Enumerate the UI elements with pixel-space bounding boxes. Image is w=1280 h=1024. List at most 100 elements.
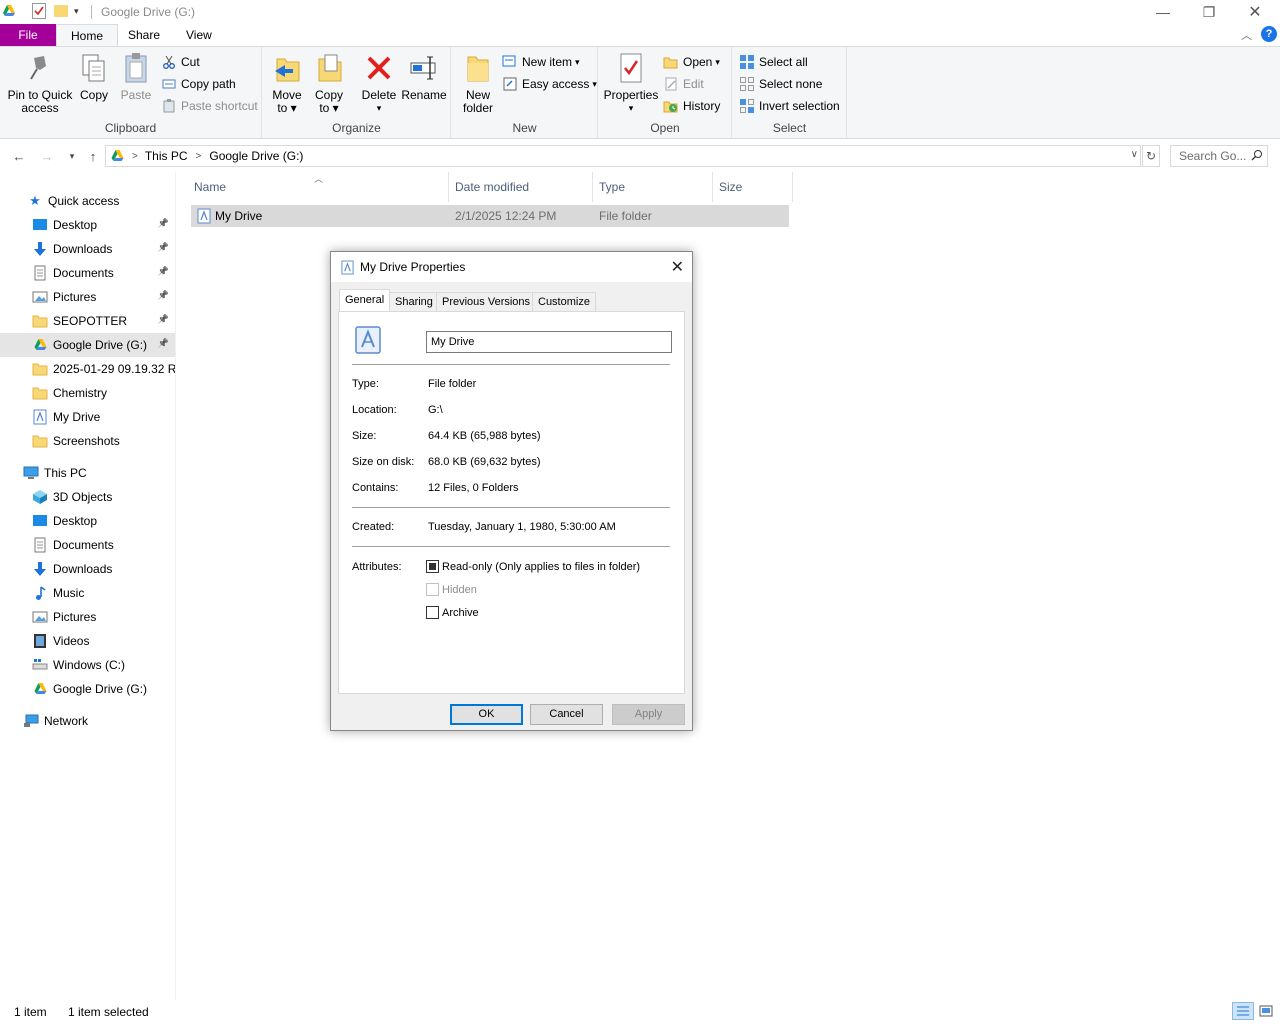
sidebar-item-quick-8[interactable]: My Drive bbox=[0, 405, 175, 429]
sidebar-item-quick-7[interactable]: Chemistry bbox=[0, 381, 175, 405]
paste-shortcut-button[interactable]: Paste shortcut bbox=[161, 96, 258, 116]
edit-button[interactable]: Edit bbox=[663, 74, 704, 94]
nav-network-label: Network bbox=[44, 714, 89, 728]
column-header-date-modified[interactable]: Date modified bbox=[449, 172, 593, 202]
close-button[interactable]: ✕ bbox=[1232, 0, 1278, 24]
paste-button[interactable]: Paste bbox=[118, 51, 154, 102]
copy-button[interactable]: Copy bbox=[78, 51, 110, 102]
pictures-icon bbox=[32, 609, 48, 625]
copy-to-button[interactable]: Copy to ▾ bbox=[311, 51, 347, 115]
recent-locations-button[interactable]: ▾ bbox=[63, 148, 81, 164]
sidebar-item-quick-6[interactable]: 2025-01-29 09.19.32 Re bbox=[0, 357, 175, 381]
sidebar-item-quick-4[interactable]: SEOPOTTER 📌 bbox=[0, 309, 175, 333]
breadcrumb-this-pc[interactable]: This PC bbox=[145, 149, 188, 163]
breadcrumb-separator-icon[interactable]: > bbox=[196, 151, 202, 162]
tab-share[interactable]: Share bbox=[114, 24, 174, 46]
address-dropdown-icon[interactable]: ∨ bbox=[1131, 149, 1138, 160]
refresh-button[interactable]: ↻ bbox=[1142, 145, 1160, 167]
sidebar-item-quick-0[interactable]: Desktop 📌 bbox=[0, 213, 175, 237]
hidden-checkbox[interactable]: Hidden bbox=[426, 583, 477, 596]
pin-icon[interactable]: 📌 bbox=[158, 218, 169, 229]
status-bar: 1 item 1 item selected bbox=[0, 1000, 1280, 1024]
pin-icon[interactable]: 📌 bbox=[158, 338, 169, 349]
new-folder-button[interactable]: New folder bbox=[460, 51, 496, 115]
cancel-button[interactable]: Cancel bbox=[530, 704, 603, 725]
item-count: 1 item bbox=[14, 1005, 47, 1019]
table-row[interactable]: My Drive 2/1/2025 12:24 PM File folder bbox=[191, 205, 789, 227]
readonly-checkbox[interactable]: Read-only (Only applies to files in fold… bbox=[426, 560, 640, 573]
details-view-button[interactable] bbox=[1232, 1002, 1254, 1020]
pin-icon[interactable]: 📌 bbox=[158, 314, 169, 325]
folder-name-field[interactable] bbox=[426, 331, 672, 353]
search-input[interactable]: Search Go... bbox=[1170, 145, 1268, 167]
column-header-size[interactable]: Size bbox=[713, 172, 793, 202]
select-all-button[interactable]: Select all bbox=[739, 52, 808, 72]
sidebar-item-pc-8[interactable]: Google Drive (G:) bbox=[0, 677, 175, 701]
dialog-close-icon[interactable]: ✕ bbox=[671, 257, 684, 277]
apply-button[interactable]: Apply bbox=[612, 704, 685, 725]
address-bar[interactable]: > This PC > Google Drive (G:) ∨ bbox=[105, 145, 1141, 167]
open-button[interactable]: Open ▾ bbox=[663, 52, 720, 72]
column-header-name[interactable]: Name bbox=[188, 172, 449, 202]
select-none-button[interactable]: Select none bbox=[739, 74, 822, 94]
easy-access-button[interactable]: Easy access ▾ bbox=[502, 74, 597, 94]
sidebar-item-quick-5[interactable]: Google Drive (G:) 📌 bbox=[0, 333, 175, 357]
collapse-ribbon-icon[interactable]: ︿ bbox=[1241, 27, 1252, 43]
invert-selection-button[interactable]: Invert selection bbox=[739, 96, 840, 116]
move-to-button[interactable]: Move to ▾ bbox=[269, 51, 305, 115]
minimize-button[interactable]: — bbox=[1140, 0, 1186, 24]
sidebar-item-pc-1[interactable]: Desktop bbox=[0, 509, 175, 533]
nav-quick-access[interactable]: ★ Quick access bbox=[0, 189, 175, 213]
rename-button[interactable]: Rename bbox=[401, 51, 447, 102]
pin-icon[interactable]: 📌 bbox=[158, 290, 169, 301]
customize-quick-access-icon[interactable]: ▾ bbox=[74, 6, 79, 17]
tab-sharing[interactable]: Sharing bbox=[389, 292, 439, 311]
select-all-label: Select all bbox=[759, 55, 808, 69]
delete-button[interactable]: Delete ▾ bbox=[359, 51, 399, 115]
tab-view[interactable]: View bbox=[172, 24, 226, 46]
nav-network[interactable]: Network bbox=[0, 709, 175, 733]
copy-path-button[interactable]: Copy path bbox=[161, 74, 236, 94]
archive-checkbox[interactable]: Archive bbox=[426, 606, 479, 619]
documents-icon bbox=[32, 265, 48, 281]
cut-button[interactable]: Cut bbox=[161, 52, 200, 72]
history-button[interactable]: History bbox=[663, 96, 720, 116]
pin-to-quick-access-button[interactable]: Pin to Quick access bbox=[6, 51, 74, 115]
properties-quick-icon[interactable] bbox=[32, 3, 46, 19]
column-header-type[interactable]: Type bbox=[593, 172, 713, 202]
large-icons-view-button[interactable] bbox=[1256, 1002, 1276, 1020]
breadcrumb-separator-icon[interactable]: > bbox=[132, 151, 138, 162]
maximize-button[interactable]: ❐ bbox=[1186, 0, 1232, 24]
sidebar-item-pc-7[interactable]: Windows (C:) bbox=[0, 653, 175, 677]
sidebar-item-label: Documents bbox=[53, 266, 114, 280]
created-label: Created: bbox=[352, 521, 395, 533]
nav-this-pc[interactable]: This PC bbox=[0, 461, 175, 485]
sidebar-item-quick-3[interactable]: Pictures 📌 bbox=[0, 285, 175, 309]
pin-icon[interactable]: 📌 bbox=[158, 242, 169, 253]
properties-button[interactable]: Properties ▾ bbox=[604, 51, 658, 115]
sidebar-item-pc-6[interactable]: Videos bbox=[0, 629, 175, 653]
ok-button[interactable]: OK bbox=[450, 704, 523, 725]
sidebar-item-pc-2[interactable]: Documents bbox=[0, 533, 175, 557]
delete-x-icon bbox=[363, 51, 395, 85]
sidebar-item-quick-9[interactable]: Screenshots bbox=[0, 429, 175, 453]
tab-customize[interactable]: Customize bbox=[532, 292, 596, 311]
breadcrumb-google-drive[interactable]: Google Drive (G:) bbox=[209, 149, 303, 163]
tab-home[interactable]: Home bbox=[56, 24, 119, 46]
up-button[interactable]: ↑ bbox=[84, 148, 102, 164]
sidebar-item-pc-3[interactable]: Downloads bbox=[0, 557, 175, 581]
tab-previous-versions[interactable]: Previous Versions bbox=[436, 292, 537, 311]
sidebar-item-quick-2[interactable]: Documents 📌 bbox=[0, 261, 175, 285]
new-item-button[interactable]: New item ▾ bbox=[502, 52, 580, 72]
back-button[interactable]: ← bbox=[10, 148, 28, 164]
new-folder-quick-icon[interactable] bbox=[54, 5, 68, 17]
tab-general[interactable]: General bbox=[339, 289, 391, 312]
sidebar-item-pc-4[interactable]: Music bbox=[0, 581, 175, 605]
sidebar-item-quick-1[interactable]: Downloads 📌 bbox=[0, 237, 175, 261]
tab-file[interactable]: File bbox=[0, 24, 56, 46]
pin-icon[interactable]: 📌 bbox=[158, 266, 169, 277]
sidebar-item-pc-0[interactable]: 3D Objects bbox=[0, 485, 175, 509]
sidebar-item-pc-5[interactable]: Pictures bbox=[0, 605, 175, 629]
forward-button[interactable]: → bbox=[38, 148, 56, 164]
help-icon[interactable]: ? bbox=[1261, 26, 1277, 42]
